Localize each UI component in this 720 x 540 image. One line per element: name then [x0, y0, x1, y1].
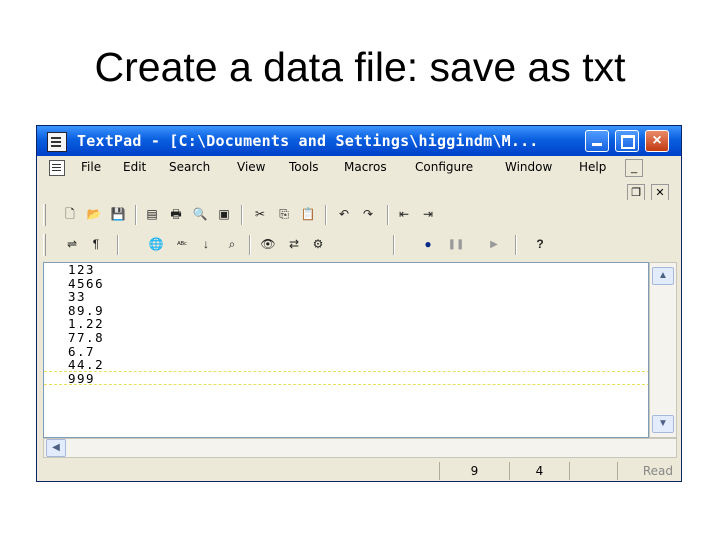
spell-check-icon[interactable]: ᴬᴮᶜ	[173, 236, 191, 253]
horizontal-scrollbar[interactable]: ◀	[43, 438, 677, 458]
save-all-icon[interactable]: ▤	[143, 206, 161, 223]
open-folder-icon[interactable]: 📂	[85, 206, 103, 223]
editor-line: 1.22	[68, 316, 105, 332]
toolbar-grip[interactable]	[43, 234, 46, 256]
minimize-icon	[592, 143, 602, 146]
redo-icon[interactable]: ↷	[359, 206, 377, 223]
maximize-icon	[621, 135, 635, 149]
close-icon: ×	[652, 132, 662, 149]
tools-run-icon[interactable]: ⚙	[309, 236, 327, 253]
document-menu-icon[interactable]	[49, 160, 65, 176]
toolbar-separator	[117, 235, 119, 255]
replace-icon[interactable]: ⇄	[285, 236, 303, 253]
chevron-left-icon: ◀	[52, 442, 60, 453]
status-line-number: 9	[439, 462, 509, 480]
toolbar-separator	[515, 235, 517, 255]
current-line-highlight	[44, 371, 648, 386]
globe-icon[interactable]: 🌐	[147, 236, 165, 253]
menu-tools[interactable]: Tools	[289, 160, 319, 174]
chevron-up-icon: ▲	[658, 270, 668, 281]
find-icon[interactable]: 👁	[259, 236, 277, 253]
editor-line: 77.8	[68, 330, 105, 345]
status-bar: 9 4 Read	[37, 460, 681, 481]
decrease-indent-icon[interactable]: ⇤	[395, 206, 413, 223]
context-help-icon[interactable]: ?	[531, 236, 549, 253]
save-icon[interactable]: 💾	[109, 206, 127, 223]
copy-icon[interactable]: ⎘	[275, 206, 293, 223]
editor-line: 4566	[68, 275, 105, 291]
record-macro-icon[interactable]: ●	[419, 236, 437, 253]
editor-line: 89.9	[68, 302, 105, 318]
toolbar-separator	[393, 235, 395, 255]
close-button[interactable]: ×	[645, 130, 669, 152]
toolbar-separator	[241, 205, 243, 225]
title-bar[interactable]: TextPad - [C:\Documents and Settings\hig…	[37, 126, 681, 156]
tools-toolbar: ⇌ ¶ 🌐 ᴬᴮᶜ ↓ ⌕ 👁 ⇄ ⚙ ● ❚❚ ▶ ?	[37, 230, 681, 260]
scroll-up-button[interactable]: ▲	[652, 267, 674, 285]
textpad-window: TextPad - [C:\Documents and Settings\hig…	[36, 125, 682, 482]
pilcrow-icon[interactable]: ¶	[87, 236, 105, 253]
print-icon[interactable]: 🖶	[167, 206, 185, 223]
scroll-down-button[interactable]: ▼	[652, 415, 674, 433]
find-in-files-icon[interactable]: ⌕	[223, 236, 241, 253]
maximize-button[interactable]	[615, 130, 639, 152]
editor-area[interactable]: 123 4566 33 89.9 1.22 77.8 6.7 44.2 999	[43, 262, 649, 438]
editor-line: 33	[68, 289, 87, 305]
status-cell-empty	[569, 462, 617, 480]
chevron-down-icon: ▼	[658, 418, 668, 429]
pause-macro-icon[interactable]: ❚❚	[447, 236, 465, 253]
editor-line: 123	[68, 262, 96, 277]
menu-edit[interactable]: Edit	[123, 160, 146, 174]
increase-indent-icon[interactable]: ⇥	[419, 206, 437, 223]
manage-files-icon[interactable]: ▣	[215, 206, 233, 223]
editor-line: 999	[68, 370, 96, 386]
menu-file[interactable]: File	[81, 160, 101, 174]
new-file-icon[interactable]: 🗋	[61, 206, 79, 223]
play-macro-icon[interactable]: ▶	[485, 236, 503, 253]
textpad-app-icon[interactable]	[47, 132, 67, 152]
print-preview-icon[interactable]: 🔍	[191, 206, 209, 223]
standard-toolbar: 🗋 📂 💾 ▤ 🖶 🔍 ▣ ✂ ⎘ 📋 ↶ ↷ ⇤ ⇥	[37, 200, 681, 230]
undo-icon[interactable]: ↶	[335, 206, 353, 223]
editor-line: 44.2	[68, 357, 105, 373]
toolbar-grip[interactable]	[43, 204, 46, 226]
cut-icon[interactable]: ✂	[251, 206, 269, 223]
minimize-button[interactable]	[585, 130, 609, 152]
slide-title: Create a data file: save as txt	[94, 44, 626, 90]
vertical-scrollbar[interactable]: ▲ ▼	[649, 262, 677, 438]
sort-icon[interactable]: ↓	[197, 236, 215, 253]
mdi-minimize-button[interactable]: _	[625, 159, 643, 177]
toolbar-separator	[325, 205, 327, 225]
word-wrap-icon[interactable]: ⇌	[63, 236, 81, 253]
menu-view[interactable]: View	[237, 160, 265, 174]
menu-configure[interactable]: Configure	[415, 160, 473, 174]
toolbar-separator	[249, 235, 251, 255]
menu-window[interactable]: Window	[505, 160, 552, 174]
window-title: TextPad - [C:\Documents and Settings\hig…	[77, 132, 539, 150]
scroll-left-button[interactable]: ◀	[46, 439, 66, 457]
status-column-number: 4	[509, 462, 569, 480]
toolbar-separator	[135, 205, 137, 225]
menu-bar: File Edit Search View Tools Macros Confi…	[37, 156, 681, 202]
menu-help[interactable]: Help	[579, 160, 606, 174]
status-read-mode: Read	[617, 462, 677, 480]
menu-macros[interactable]: Macros	[344, 160, 387, 174]
editor-line: 6.7	[68, 343, 96, 359]
paste-icon[interactable]: 📋	[299, 206, 317, 223]
toolbar-separator	[387, 205, 389, 225]
menu-search[interactable]: Search	[169, 160, 210, 174]
